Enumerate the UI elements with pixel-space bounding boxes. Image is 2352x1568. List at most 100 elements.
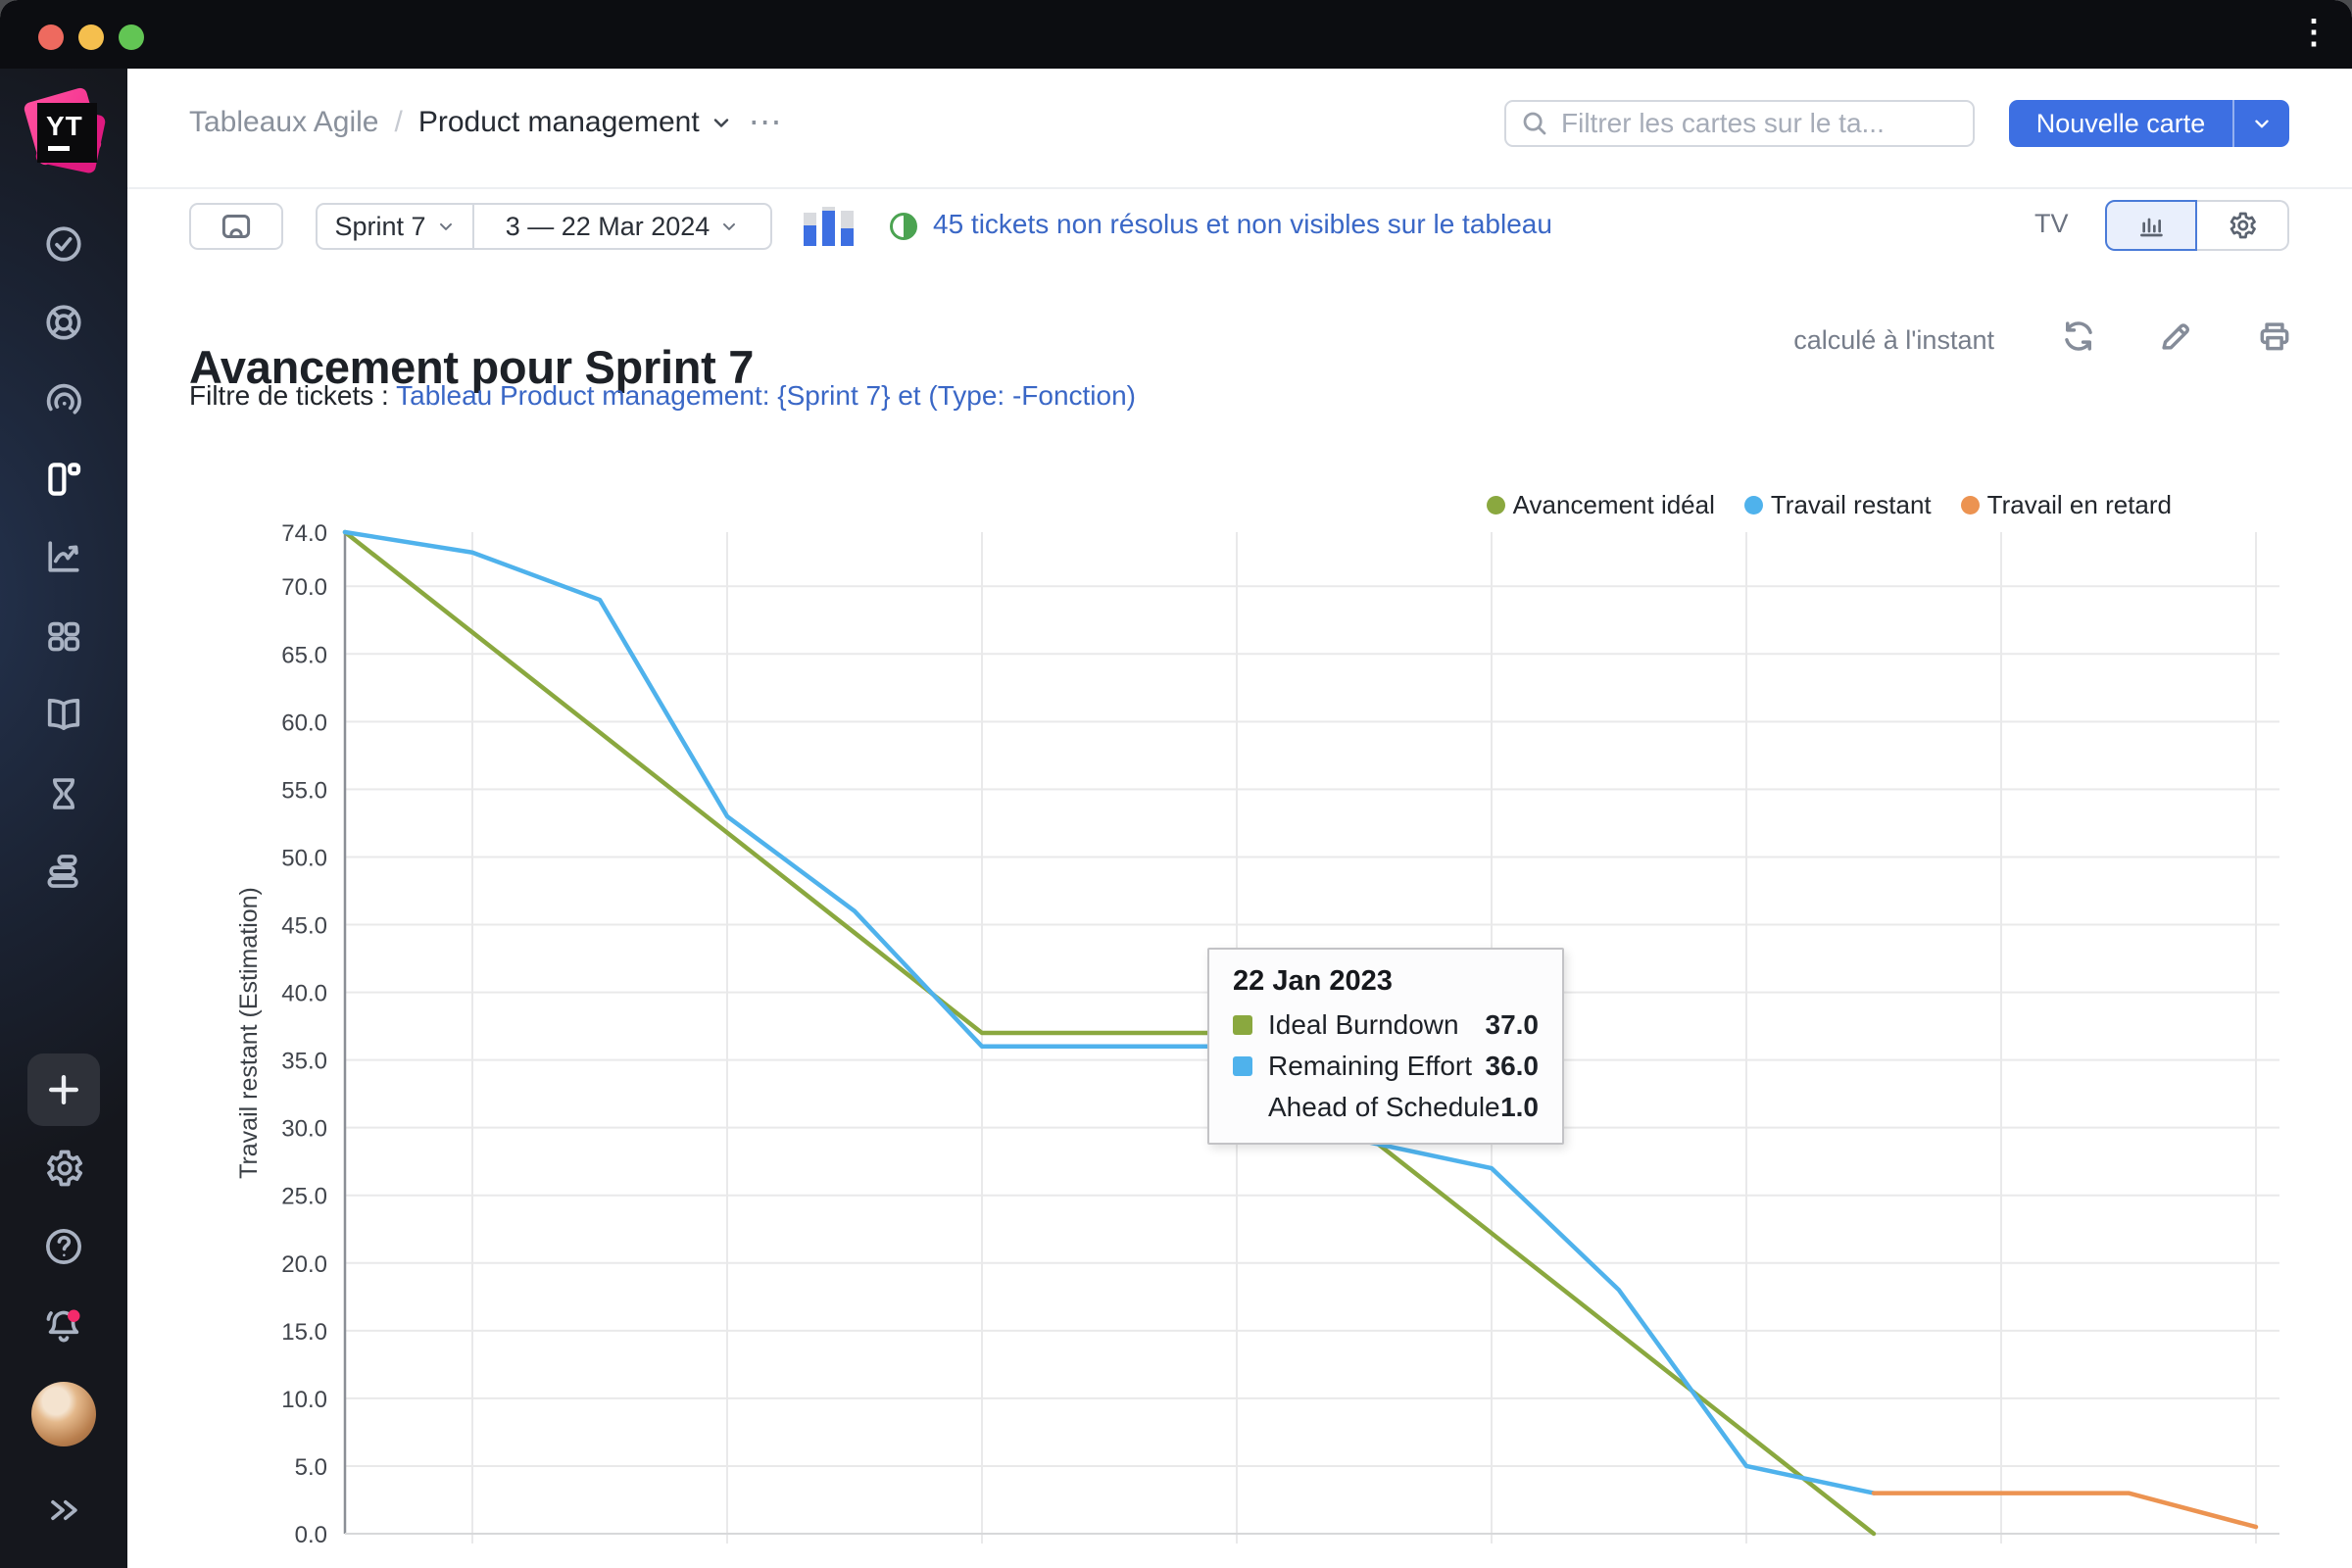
tv-mode-toggle[interactable]: TV — [2034, 209, 2069, 239]
legend-item-overdue[interactable]: Travail en retard — [1960, 490, 2172, 520]
trend-chart-icon — [48, 541, 79, 572]
new-card-label[interactable]: Nouvelle carte — [2009, 100, 2232, 147]
main-content: Tableaux Agile / Product management ⋯ No… — [127, 69, 2352, 1568]
chart-view-tab[interactable] — [2105, 200, 2197, 251]
sidebar-item-gantt-charts[interactable] — [40, 848, 87, 895]
svg-text:19 Jan 2023: 19 Jan 2023 — [662, 1564, 792, 1568]
legend-dot-ideal — [1486, 496, 1505, 514]
user-avatar[interactable] — [31, 1382, 96, 1446]
legend-dot-overdue — [1960, 496, 1980, 514]
breadcrumb-separator: / — [394, 106, 403, 138]
unresolved-tickets-link[interactable]: 45 tickets non résolus et non visibles s… — [933, 209, 1552, 240]
swirl-icon — [46, 383, 81, 415]
svg-text:Travail restant (Estimation): Travail restant (Estimation) — [235, 887, 263, 1179]
sidebar: YT — [0, 69, 127, 1568]
svg-text:31 Jan 2023: 31 Jan 2023 — [2191, 1564, 2321, 1568]
sidebar-settings-button[interactable] — [40, 1145, 87, 1192]
sidebar-item-helpdesk[interactable] — [40, 299, 87, 346]
ideal-swatch — [1233, 1015, 1252, 1035]
agile-board-icon — [48, 463, 81, 496]
legend-item-remaining[interactable]: Travail restant — [1743, 490, 1932, 520]
svg-text:60.0: 60.0 — [281, 710, 327, 736]
pencil-icon — [2162, 323, 2189, 350]
chevrons-right-icon — [51, 1499, 77, 1521]
date-range-label: 3 — 22 Mar 2024 — [505, 211, 710, 241]
gear-icon — [47, 1150, 83, 1187]
create-button[interactable] — [27, 1054, 100, 1126]
sidebar-item-apps[interactable] — [40, 612, 87, 660]
sidebar-item-knowledge-base[interactable] — [40, 691, 87, 738]
svg-text:21 Jan 2023: 21 Jan 2023 — [917, 1564, 1047, 1568]
sidebar-item-timesheets[interactable] — [40, 770, 87, 817]
filter-label: Filtre de tickets : — [189, 380, 389, 411]
svg-text:40.0: 40.0 — [281, 981, 327, 1007]
board-view-button[interactable] — [189, 203, 283, 250]
chart-settings-tab[interactable] — [2197, 200, 2289, 251]
tooltip-row: Remaining Effort 36.0 — [1233, 1051, 1539, 1082]
notifications-button[interactable] — [40, 1302, 87, 1349]
expand-sidebar-button[interactable] — [40, 1487, 87, 1534]
sidebar-item-issues[interactable] — [40, 220, 87, 268]
printer-icon — [2260, 322, 2289, 351]
tooltip-date: 22 Jan 2023 — [1233, 965, 1393, 997]
search-icon — [1523, 112, 1546, 135]
edit-report-button[interactable] — [2157, 318, 2194, 355]
check-circle-icon — [46, 226, 81, 262]
gear-icon — [2230, 212, 2256, 239]
legend-item-ideal[interactable]: Avancement idéal — [1486, 490, 1715, 520]
grid-icon — [48, 621, 80, 652]
board-more-menu[interactable]: ⋯ — [749, 105, 784, 139]
chevron-down-icon — [723, 222, 736, 230]
book-icon — [47, 699, 80, 730]
svg-text:74.0: 74.0 — [281, 520, 327, 547]
remaining-swatch — [1233, 1056, 1252, 1076]
date-range-selector[interactable]: 3 — 22 Mar 2024 — [474, 205, 770, 248]
tooltip-row: Ideal Burndown 37.0 — [1233, 1009, 1539, 1041]
search-input[interactable] — [1559, 107, 1959, 140]
svg-text:30.0: 30.0 — [281, 1116, 327, 1143]
new-card-button[interactable]: Nouvelle carte — [2009, 100, 2289, 147]
minimize-window-button[interactable] — [78, 24, 104, 50]
histogram-icon — [2140, 218, 2163, 237]
tooltip-row: Ahead of Schedule 1.0 — [1268, 1092, 1539, 1122]
calculated-status: calculé à l'instant — [1793, 325, 1994, 355]
sidebar-item-agile-boards[interactable] — [40, 456, 87, 503]
refresh-button[interactable] — [2060, 318, 2097, 355]
svg-text:45.0: 45.0 — [281, 913, 327, 940]
chevron-down-icon — [2255, 120, 2269, 128]
help-button[interactable] — [40, 1223, 87, 1270]
filter-query-link[interactable]: Tableau Product management: {Sprint 7} e… — [396, 380, 1136, 411]
sprint-progress-icon[interactable] — [804, 207, 855, 246]
new-card-dropdown[interactable] — [2232, 100, 2289, 147]
svg-text:65.0: 65.0 — [281, 642, 327, 668]
legend-dot-remaining — [1743, 496, 1763, 514]
window-overflow-menu-icon[interactable]: ⋮ — [2297, 16, 2330, 49]
chevron-down-icon — [713, 119, 728, 127]
maximize-window-button[interactable] — [119, 24, 144, 50]
sprint-selector[interactable]: Sprint 7 — [318, 205, 474, 248]
card-filter-search[interactable] — [1504, 100, 1975, 147]
gantt-icon — [47, 855, 78, 888]
close-window-button[interactable] — [38, 24, 64, 50]
logo-underscore — [48, 146, 70, 151]
youtrack-logo[interactable]: YT — [23, 86, 107, 174]
question-circle-icon — [46, 1229, 81, 1264]
legend-label: Travail restant — [1770, 490, 1932, 519]
svg-text:27 Jan 2023: 27 Jan 2023 — [1682, 1564, 1811, 1568]
svg-text:29 Jan 2023: 29 Jan 2023 — [1936, 1564, 2066, 1568]
svg-text:25.0: 25.0 — [281, 1184, 327, 1210]
logo-square: YT — [37, 103, 97, 163]
window-titlebar: ⋮ — [0, 0, 2352, 69]
sidebar-item-dashboards[interactable] — [40, 377, 87, 424]
svg-text:35.0: 35.0 — [281, 1049, 327, 1075]
board-selector[interactable]: Product management — [418, 106, 733, 139]
breadcrumb: Tableaux Agile / Product management ⋯ — [189, 105, 784, 139]
breadcrumb-section[interactable]: Tableaux Agile — [189, 106, 378, 139]
notification-dot — [68, 1309, 80, 1322]
sidebar-item-reports[interactable] — [40, 533, 87, 580]
board-name: Product management — [417, 106, 700, 138]
svg-text:15.0: 15.0 — [281, 1319, 327, 1346]
svg-text:25 Jan 2023: 25 Jan 2023 — [1427, 1564, 1556, 1568]
legend-label: Avancement idéal — [1512, 490, 1715, 519]
print-button[interactable] — [2256, 318, 2293, 355]
